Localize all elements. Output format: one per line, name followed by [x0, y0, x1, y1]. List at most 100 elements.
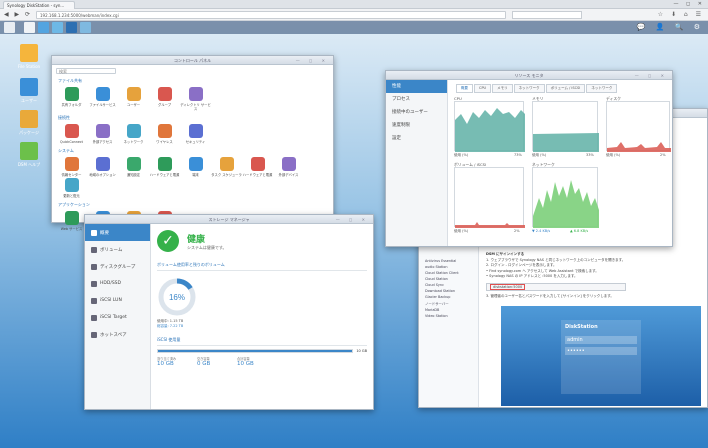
window-controls[interactable]: — ◻ ✕: [635, 71, 668, 80]
storage-manager-titlebar[interactable]: ストレージ マネージャ — ◻ ✕: [85, 215, 373, 224]
window-controls[interactable]: — ◻ ✕: [673, 1, 705, 7]
control-panel-item[interactable]: セキュリティ: [180, 123, 211, 144]
storage-sidebar-label: ディスクグループ: [100, 264, 136, 270]
help-tree-item[interactable]: Video Station: [419, 313, 478, 319]
control-panel-item[interactable]: Web サービス: [56, 210, 87, 235]
desktop-icon-help[interactable]: DSM ヘルプ: [14, 142, 44, 168]
taskbar-app-help[interactable]: [80, 22, 91, 33]
storage-sidebar-item[interactable]: ボリューム: [85, 241, 150, 258]
taskbar-status-icons[interactable]: 💬 👤 🔍 ⚙: [637, 23, 704, 31]
control-panel-section-header: 接続性: [58, 115, 70, 120]
network-graph: [532, 167, 599, 228]
control-panel-item-icon: [95, 124, 110, 138]
control-panel-item[interactable]: ワイヤレス: [149, 123, 180, 144]
control-panel-item[interactable]: QuickConnect: [56, 123, 87, 144]
storage-sidebar-item[interactable]: iSCSI Target: [85, 309, 150, 326]
health-status: 健康: [187, 234, 206, 245]
control-panel-item-icon: [64, 211, 79, 225]
storage-sidebar-item[interactable]: iSCSI LUN: [85, 292, 150, 309]
control-panel-row: QuickConnect 外部アクセス ネットワーク ワイヤレス セキュリティ: [52, 122, 333, 147]
control-panel-item-icon: [95, 87, 110, 101]
storage-sidebar-item[interactable]: HDD/SSD: [85, 275, 150, 292]
control-panel-item-label: ディレクトリ サービス: [180, 103, 211, 111]
control-panel-section-header: システム: [58, 148, 74, 153]
address-bar[interactable]: 192.168.1.234:5000/webman/index.cgi: [36, 11, 506, 19]
control-panel-item[interactable]: ファイルサービス: [87, 86, 118, 111]
control-panel-item[interactable]: ネットワーク: [118, 123, 149, 144]
storage-sidebar-item[interactable]: 概要: [85, 224, 150, 241]
control-panel-item[interactable]: 更新と復元: [56, 177, 87, 198]
storage-sidebar-item[interactable]: ホットスペア: [85, 326, 150, 343]
control-panel-item[interactable]: ユーザー: [118, 86, 149, 111]
iscsi-column: 合計容量 10 GB: [237, 356, 277, 367]
storage-sidebar-item[interactable]: ディスクグループ: [85, 258, 150, 275]
package-icon: [20, 110, 38, 128]
storage-sidebar-icon: [91, 331, 97, 338]
control-panel-item[interactable]: 通知設定: [118, 156, 149, 177]
resource-tab[interactable]: CPU: [474, 84, 492, 93]
volume-graph: [454, 167, 525, 228]
search-input[interactable]: [512, 11, 582, 19]
volume-stat-value: 2%: [514, 229, 520, 233]
control-panel-item[interactable]: 外部アクセス: [87, 123, 118, 144]
control-panel-item-label: タスク スケジューラ: [211, 173, 242, 177]
window-controls[interactable]: — ◻ ✕: [296, 56, 329, 65]
browser-tool-icons[interactable]: ☆ ⬇ ⌂ ☰: [658, 11, 704, 18]
main-menu-icon[interactable]: [4, 22, 15, 33]
storage-sidebar-icon: [91, 229, 97, 236]
resource-sidebar-item[interactable]: プロセス: [386, 93, 447, 106]
nav-buttons[interactable]: ◀ ▶ ⟳: [4, 11, 32, 18]
resource-sidebar-item[interactable]: 性能: [386, 80, 447, 93]
storage-sidebar-icon: [91, 246, 97, 253]
login-screenshot: DiskStation admin ••••••: [501, 306, 701, 406]
resource-sidebar-item[interactable]: 設定: [386, 132, 447, 145]
storage-sidebar-icon: [91, 280, 97, 287]
help-tree-item[interactable]: ノードサーバー: [419, 300, 478, 307]
resource-sidebar-item[interactable]: 速度制限: [386, 119, 447, 132]
resource-tab[interactable]: ネットワーク: [586, 84, 618, 93]
desktop-icon-users[interactable]: ユーザー: [14, 78, 44, 104]
desktop-icon-package[interactable]: パッケージ: [14, 110, 44, 136]
control-panel-item-icon: [64, 157, 79, 171]
resource-tab[interactable]: メモリ: [492, 84, 513, 93]
control-panel-item-icon: [157, 157, 172, 171]
desktop-icon-file-station[interactable]: File Station: [14, 44, 44, 69]
desktop-icon-label: パッケージ: [19, 130, 39, 135]
control-panel-item-icon: [188, 157, 203, 171]
control-panel-search[interactable]: 検索: [56, 68, 116, 74]
resource-tab[interactable]: 概要: [456, 84, 473, 93]
control-panel-item[interactable]: 情報センター: [56, 156, 87, 177]
control-panel-item[interactable]: ハードウェアと電源: [149, 156, 180, 177]
disk-stat-value: 2%: [660, 153, 666, 157]
control-panel-item[interactable]: 共有フォルダ: [56, 86, 87, 111]
control-panel-item[interactable]: タスク スケジューラ: [211, 156, 242, 177]
login-panel: DiskStation admin ••••••: [561, 320, 641, 394]
resource-tab[interactable]: ボリューム / iSCSI: [545, 84, 586, 93]
control-panel-item[interactable]: ディレクトリ サービス: [180, 86, 211, 111]
control-panel-item[interactable]: ハードウェアと電源: [242, 156, 273, 177]
resource-monitor-titlebar[interactable]: リソース モニタ — ◻ ✕: [386, 71, 672, 80]
control-panel-item-icon: [188, 124, 203, 138]
control-panel-item[interactable]: 地域のオプション: [87, 156, 118, 177]
taskbar-app-resource-monitor[interactable]: [52, 22, 63, 33]
control-panel-item[interactable]: グループ: [149, 86, 180, 111]
taskbar-app-storage[interactable]: [38, 22, 49, 33]
control-panel-item[interactable]: 外部デバイス: [273, 156, 304, 177]
control-panel-item-icon: [126, 87, 141, 101]
desktop-icon-label: DSM ヘルプ: [17, 162, 41, 167]
control-panel-item-label: ハードウェアと電源: [242, 173, 273, 177]
browser-tab[interactable]: Synology DiskStation - syn...: [3, 1, 75, 9]
control-panel-titlebar[interactable]: コントロール パネル — ◻ ✕: [52, 56, 333, 65]
window-controls[interactable]: — ◻ ✕: [336, 215, 369, 224]
taskbar-app-package[interactable]: [66, 22, 77, 33]
iscsi-total: 10 GB: [356, 349, 367, 353]
control-panel-item[interactable]: 端末: [180, 156, 211, 177]
control-panel-item-icon: [250, 157, 265, 171]
iscsi-bar-row: 10 GB: [157, 349, 367, 353]
resource-tab[interactable]: ネットワーク: [513, 84, 545, 93]
taskbar-app-control-panel[interactable]: [24, 22, 35, 33]
cpu-stat-label: 使用 (%): [454, 153, 469, 157]
control-panel-item-icon: [126, 157, 141, 171]
resource-sidebar-item[interactable]: 接続中のユーザー: [386, 106, 447, 119]
control-panel-item-icon: [281, 157, 296, 171]
